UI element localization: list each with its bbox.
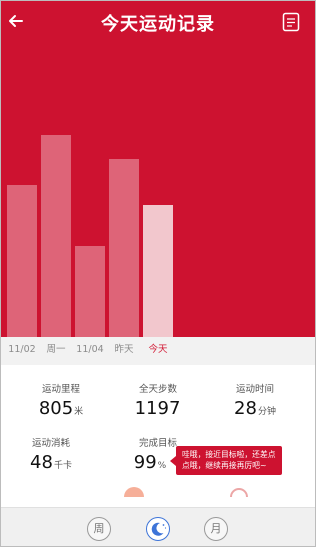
stat-label: 全天步数 [138,384,177,395]
chart-bar-today[interactable] [143,205,173,337]
month-tab[interactable]: 月 [204,517,228,541]
tooltip-line: 哇哦，接近目标啦，还差点 [182,450,276,459]
tooltip-line: 点哦，继续再接再厉吧~ [182,461,267,470]
day-tab[interactable]: 11/04 [73,337,107,365]
sleep-tab[interactable] [146,517,170,541]
day-tab-today[interactable]: 今天 [141,337,175,365]
chart-bar[interactable] [41,135,71,337]
hero-chart-panel: 今天运动记录 [0,0,316,337]
chart-bar[interactable] [75,246,105,337]
chart-bar[interactable] [7,185,37,337]
stat-value: 805米 [38,398,84,419]
record-list-button[interactable] [282,12,300,32]
stat-duration: 运动时间 28分钟 [207,381,303,419]
day-tab[interactable]: 11/02 [5,337,39,365]
stats-panel: 运动里程 805米 全天步数 1197 运动时间 28分钟 运动消耗 48千卡 … [0,365,316,507]
stat-calories: 运动消耗 48千卡 [3,435,99,473]
stat-label: 运动消耗 [31,438,70,449]
stat-value: 48千卡 [30,452,72,473]
bottom-tab-bar: 周 月 [0,507,316,547]
stat-steps: 全天步数 1197 [110,381,206,419]
document-icon [282,12,300,32]
goal-tooltip: 哇哦，接近目标啦，还差点 点哦，继续再接再厉吧~ [170,446,282,475]
stat-value: 28分钟 [234,398,276,419]
page-title: 今天运动记录 [101,14,215,35]
sunset-icon [230,488,248,497]
day-tab[interactable]: 周一 [39,337,73,365]
top-bar: 今天运动记录 [0,0,316,44]
stat-label: 运动里程 [41,384,80,395]
moon-icon [151,522,167,536]
stat-distance: 运动里程 805米 [13,381,109,419]
activity-bar-chart [0,0,316,337]
stat-value: 1197 [134,398,181,419]
sunrise-icon [124,487,144,497]
chart-bar[interactable] [109,159,139,337]
week-tab[interactable]: 周 [87,517,111,541]
day-selector: 11/02 周一 11/04 昨天 今天 [0,337,316,365]
day-tab[interactable]: 昨天 [107,337,141,365]
stat-label: 运动时间 [235,384,274,395]
